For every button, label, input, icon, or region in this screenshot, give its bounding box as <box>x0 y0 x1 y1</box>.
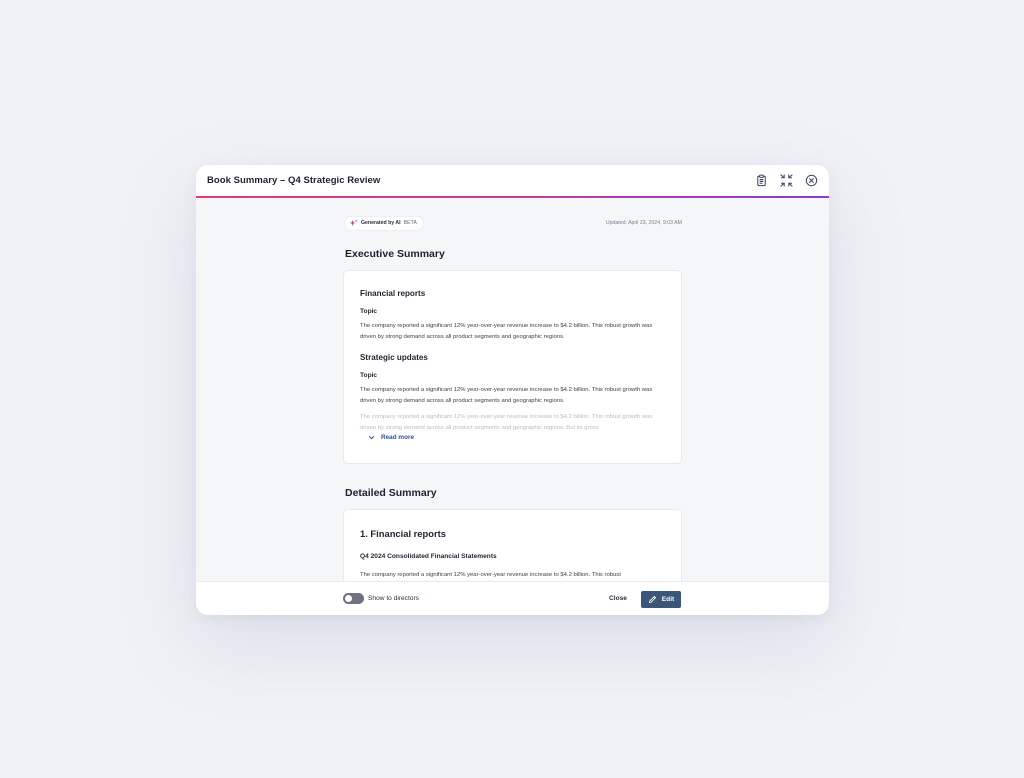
header-actions <box>754 174 818 188</box>
read-more-button[interactable]: Read more <box>368 434 414 441</box>
summary-column: Generated by AI BETA Updated: April 23, … <box>344 198 682 581</box>
executive-summary-card: Financial reports Topic The company repo… <box>344 271 681 463</box>
topic-label: Topic <box>360 308 378 315</box>
read-more-label: Read more <box>381 434 415 441</box>
section-heading: Strategic updates <box>360 353 428 362</box>
collapse-icon[interactable] <box>779 174 793 188</box>
meta-row: Generated by AI BETA Updated: April 23, … <box>345 215 682 231</box>
modal-footer: Show to directors Close Edit <box>196 581 829 615</box>
faded-preview-text: The company reported a significant 12% y… <box>360 414 653 430</box>
ai-label: Generated by AI <box>361 220 401 226</box>
detailed-text: The company reported a significant 12% y… <box>360 572 621 578</box>
book-summary-modal: Book Summary – Q4 Strategic Review Gener… <box>196 165 829 615</box>
edit-button[interactable]: Edit <box>641 591 681 608</box>
section-heading: Financial reports <box>360 289 426 298</box>
section-text: The company reported a significant 12% y… <box>360 387 653 404</box>
updated-timestamp: Updated: April 23, 2024, 9:03 AM <box>605 220 682 226</box>
detailed-section-heading: 1. Financial reports <box>360 528 446 539</box>
detailed-summary-title: Detailed Summary <box>345 487 437 499</box>
close-button[interactable]: Close <box>609 595 627 602</box>
pencil-icon <box>648 596 656 604</box>
edit-label: Edit <box>661 596 675 603</box>
topic-label: Topic <box>360 372 378 379</box>
detailed-sub-heading: Q4 2024 Consolidated Financial Statement… <box>360 553 497 560</box>
sparkle-icon <box>349 219 358 226</box>
show-to-directors-toggle[interactable] <box>343 593 364 604</box>
toggle-label: Show to directors <box>368 595 419 602</box>
close-circle-icon[interactable] <box>804 174 818 188</box>
modal-title: Book Summary – Q4 Strategic Review <box>207 175 381 186</box>
modal-header: Book Summary – Q4 Strategic Review <box>196 165 829 198</box>
executive-summary-title: Executive Summary <box>345 248 445 260</box>
detailed-summary-card: 1. Financial reports Q4 2024 Consolidate… <box>344 510 681 581</box>
beta-label: BETA <box>403 220 418 226</box>
chevron-down-icon <box>368 435 375 440</box>
modal-content[interactable]: Generated by AI BETA Updated: April 23, … <box>196 198 829 581</box>
clipboard-icon[interactable] <box>754 174 768 188</box>
toggle-knob <box>345 595 352 602</box>
section-text: The company reported a significant 12% y… <box>360 323 653 340</box>
ai-badge: Generated by AI BETA <box>345 216 424 230</box>
